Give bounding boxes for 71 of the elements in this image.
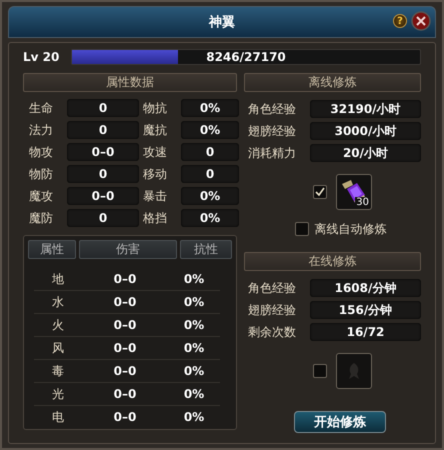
stat-label: 角色经验 [248,100,297,118]
stat-label: 角色经验 [248,280,297,296]
stat-value: 156/分钟 [310,301,421,319]
table-cell-text: 0–0 [112,318,138,332]
stat-label: 翅膀经验 [248,302,297,318]
column-header: 抗性 [180,240,232,259]
table-cell-text: 0–0 [112,387,138,401]
stat-value: 20/小时 [310,144,421,162]
stat-label: 攻速 [143,144,168,160]
stat-label: 魔抗 [143,122,168,138]
table-cell-text: 0% [182,318,206,332]
stat-value: 0% [181,187,239,205]
section-header: 属性数据 [23,73,237,92]
table-cell-text: 风 [51,340,65,356]
window-title: 神翼 [209,14,235,31]
column-header: 属性 [28,240,76,259]
table-cell-text: 0–0 [112,341,138,355]
table-cell-text: 地 [51,270,65,288]
stat-label: 法力 [29,122,54,138]
stat-value: 0 [181,165,239,183]
stat-label: 翅膀经验 [248,122,297,140]
table-cell-text: 光 [51,386,65,402]
column-header: 伤害 [79,240,177,259]
table-cell-text: 毒 [51,362,65,380]
table-cell-text: 水 [51,294,65,310]
stat-label: 格挡 [143,210,168,226]
stat-value: 0% [181,209,239,227]
experience-reading: 8246/27170 [205,50,287,64]
stat-value: 0 [67,121,139,139]
stat-value: 0% [181,99,239,117]
level-label: Lv 20 [23,50,60,64]
checkbox-label: 离线自动修炼 [314,220,386,238]
stat-value: 1608/分钟 [310,279,421,297]
stat-label: 消耗精力 [248,144,297,162]
stat-value: 0–0 [67,143,139,161]
stat-value: 0 [67,99,139,117]
stat-value: 0 [181,143,239,161]
table-cell-text: 0% [182,387,206,401]
stat-label: 魔攻 [29,188,54,204]
help-button[interactable]: ? [393,14,407,28]
section-header: 离线修炼 [244,73,421,92]
stat-label: 暴击 [143,188,168,204]
table-cell-text: 0–0 [112,410,138,424]
stat-label: 物防 [29,166,54,182]
stat-value: 0% [181,121,239,139]
stat-label: 移动 [143,166,168,182]
table-cell-text: 0–0 [112,364,138,378]
start-button[interactable]: 开始修炼 [294,411,386,433]
table-cell-text: 电 [51,408,65,426]
stat-value: 0–0 [67,187,139,205]
table-cell-text: 0% [182,341,206,355]
stat-label: 剩余次数 [248,324,297,340]
table-cell-text: 0% [182,272,206,286]
stat-value: 32190/小时 [310,100,421,118]
table-cell-text: 0–0 [112,272,138,286]
item-count: 30 [355,197,370,208]
table-cell-text: 0–0 [112,295,138,309]
stat-value: 3000/小时 [310,122,421,140]
stat-value: 0 [67,209,139,227]
section-header: 在线修炼 [244,252,421,271]
stat-value: 0 [67,165,139,183]
table-cell-text: 0% [182,364,206,378]
table-cell-text: 火 [51,316,65,334]
stat-value: 16/72 [310,323,421,341]
table-cell-text: 0% [182,410,206,424]
stat-label: 魔防 [29,210,54,226]
stat-label: 物攻 [29,144,54,160]
table-cell-text: 0% [182,295,206,309]
stat-label: 生命 [29,100,54,116]
stat-label: 物抗 [143,100,168,116]
item-slot[interactable]: 30 [336,174,372,210]
